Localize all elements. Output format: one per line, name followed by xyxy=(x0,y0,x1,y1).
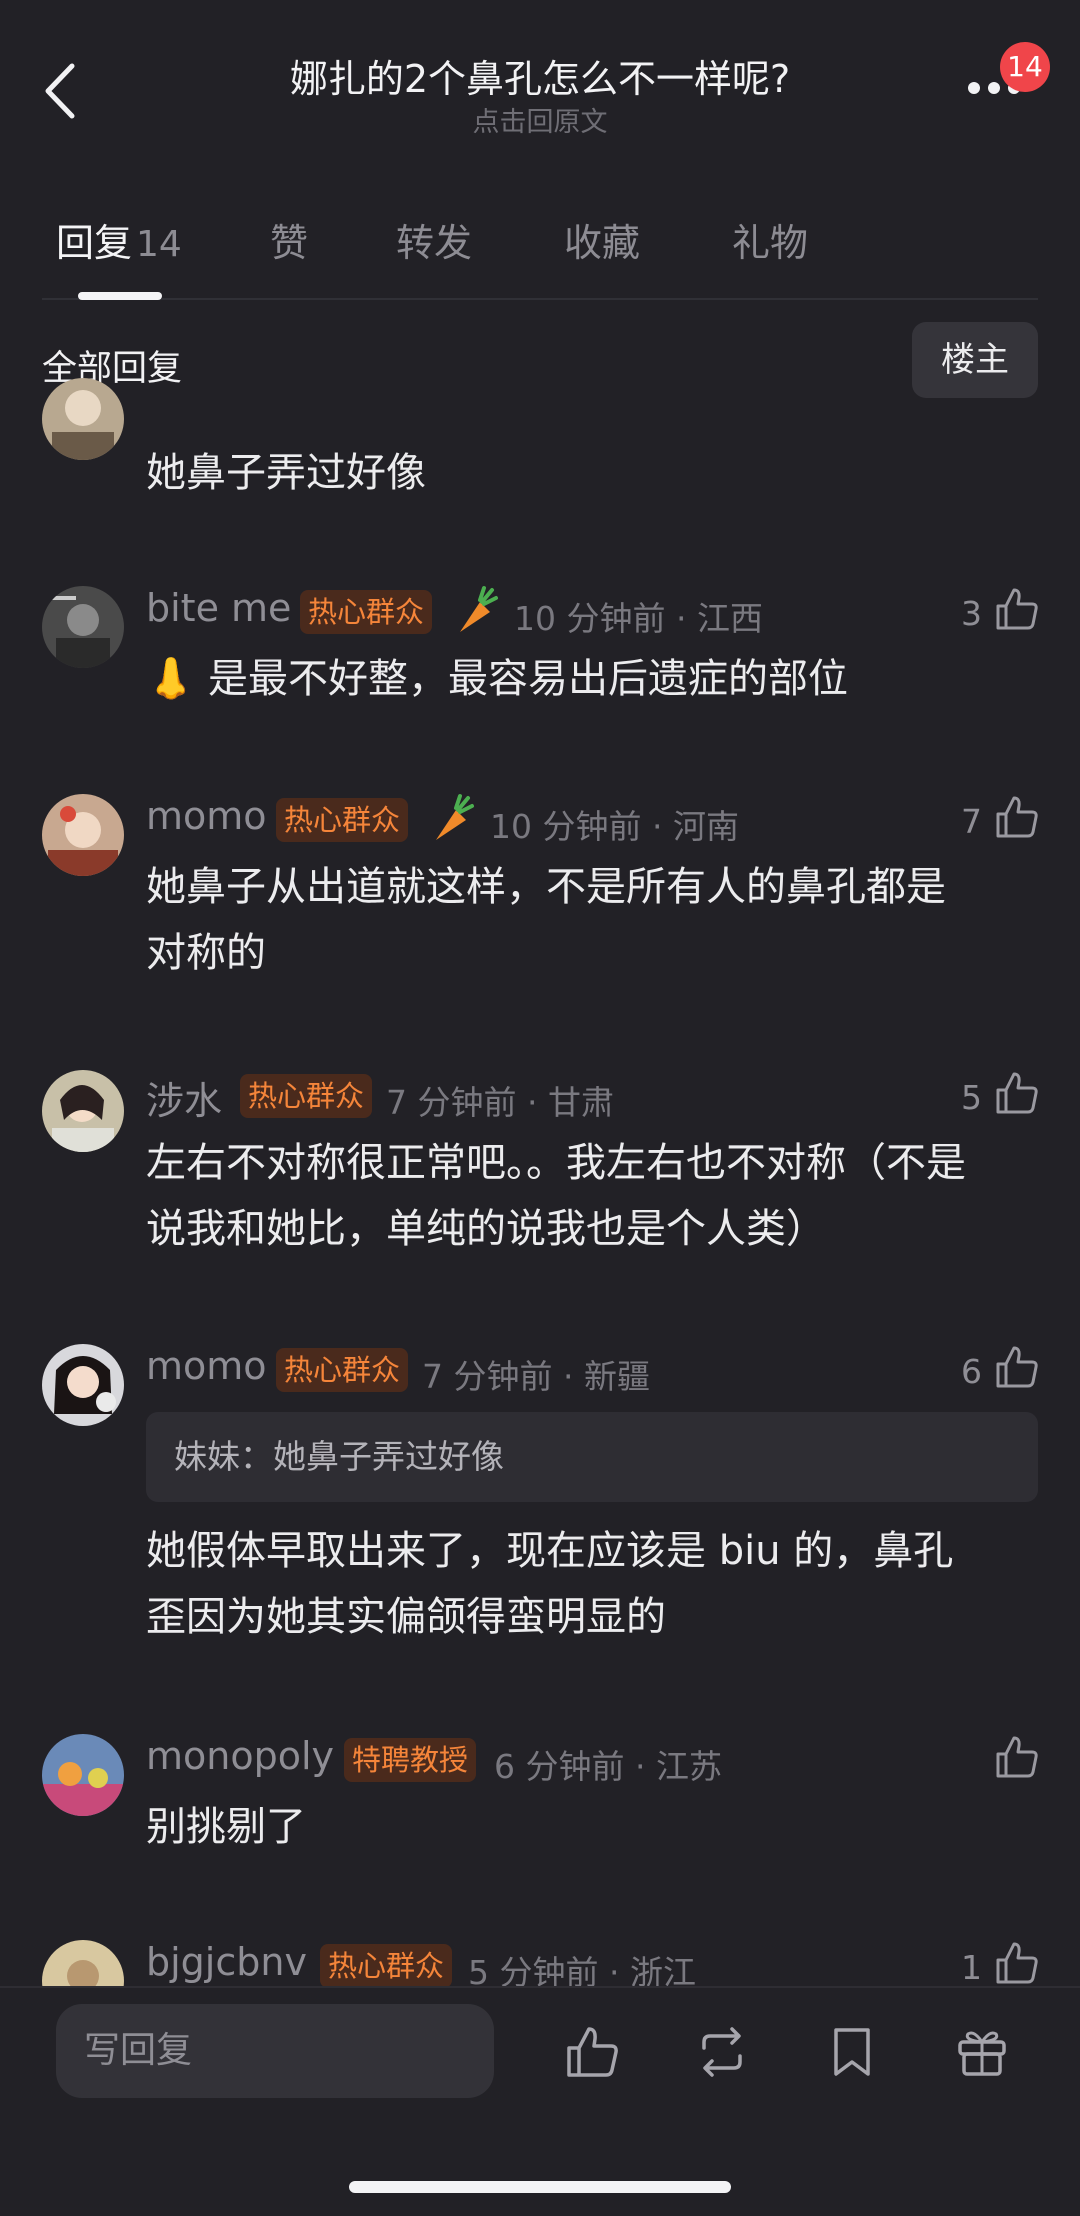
comment-content: 她假体早取出来了，现在应该是 biu 的，鼻孔 歪因为她其实偏颌得蛮明显的 xyxy=(146,1518,1080,1650)
comment-line: 歪因为她其实偏颌得蛮明显的 xyxy=(146,1594,666,1640)
comment-content: 她鼻子弄过好像 xyxy=(146,450,426,496)
comment-username[interactable]: momo xyxy=(146,794,267,838)
like-count: 5 xyxy=(961,1078,982,1117)
gift-icon[interactable] xyxy=(954,2024,1010,2080)
like-post-icon[interactable] xyxy=(564,2024,620,2080)
user-badge: 热心群众 xyxy=(240,1074,373,1118)
home-indicator xyxy=(349,2181,731,2193)
thumbs-up-icon[interactable] xyxy=(994,1940,1040,1986)
nose-emoji: 👃 xyxy=(146,656,196,702)
user-badge: 热心群众 xyxy=(320,1944,453,1988)
user-badge: 热心群众 xyxy=(276,798,409,842)
carrot-icon xyxy=(436,794,474,840)
thumbs-up-icon[interactable] xyxy=(994,1344,1040,1390)
tab-reposts[interactable]: 转发 xyxy=(396,212,472,267)
thumbs-up-icon[interactable] xyxy=(994,586,1040,632)
author-filter-button[interactable]: 楼主 xyxy=(912,322,1038,398)
quoted-reply[interactable]: 妹妹：她鼻子弄过好像 xyxy=(146,1412,1038,1502)
tab-gifts[interactable]: 礼物 xyxy=(732,212,808,267)
avatar[interactable] xyxy=(42,794,124,876)
comment-line: 对称的 xyxy=(146,930,266,976)
avatar[interactable] xyxy=(42,586,124,668)
comment-meta: 7 分钟前 · 新疆 xyxy=(422,1357,650,1396)
comment-username[interactable]: monopoly xyxy=(146,1734,334,1778)
comment-meta: 7 分钟前 · 甘肃 xyxy=(386,1083,614,1122)
comment-content: 是最不好整，最容易出后遗症的部位 xyxy=(208,656,848,702)
view-original-link[interactable]: 点击回原文 xyxy=(0,100,1080,139)
avatar[interactable] xyxy=(42,1344,124,1426)
like-count: 3 xyxy=(961,594,982,633)
comment-username[interactable]: bjgjcbnv xyxy=(146,1940,307,1984)
comment-meta: 6 分钟前 · 江苏 xyxy=(494,1747,722,1786)
bookmark-icon[interactable] xyxy=(824,2024,880,2080)
avatar[interactable] xyxy=(42,378,124,460)
comment-line: 左右不对称很正常吧。。我左右也不对称（不是 xyxy=(146,1140,966,1186)
like-count: 7 xyxy=(961,802,982,841)
active-tab-indicator xyxy=(78,292,162,300)
thumbs-up-icon[interactable] xyxy=(994,1070,1040,1116)
tab-replies[interactable]: 回复 14 xyxy=(56,212,182,267)
comment-content: 她鼻子从出道就这样，不是所有人的鼻孔都是 对称的 xyxy=(146,854,1080,986)
avatar[interactable] xyxy=(42,1070,124,1152)
comment-content: 左右不对称很正常吧。。我左右也不对称（不是 说我和她比，单纯的说我也是个人类） xyxy=(146,1130,1080,1262)
thumbs-up-icon[interactable] xyxy=(994,794,1040,840)
comment-line: 她鼻子从出道就这样，不是所有人的鼻孔都是 xyxy=(146,864,946,910)
comment-line: 她假体早取出来了，现在应该是 biu 的，鼻孔 xyxy=(146,1528,954,1574)
repost-icon[interactable] xyxy=(694,2024,750,2080)
user-badge: 热心群众 xyxy=(276,1348,409,1392)
thumbs-up-icon[interactable] xyxy=(994,1734,1040,1780)
carrot-icon xyxy=(460,586,498,632)
notification-badge: 14 xyxy=(1000,42,1050,92)
tab-replies-label: 回复 xyxy=(56,221,133,265)
comment-username[interactable]: bite me xyxy=(146,586,291,630)
comment-username[interactable]: 涉水 xyxy=(146,1070,222,1125)
like-count: 6 xyxy=(961,1352,982,1391)
tab-replies-count: 14 xyxy=(136,224,182,265)
post-title: 娜扎的2个鼻孔怎么不一样呢? xyxy=(289,57,791,101)
avatar[interactable] xyxy=(42,1734,124,1816)
tab-favorites[interactable]: 收藏 xyxy=(564,212,640,267)
user-badge: 热心群众 xyxy=(300,590,433,634)
comment-username[interactable]: momo xyxy=(146,1344,267,1388)
tab-likes[interactable]: 赞 xyxy=(270,212,308,267)
reply-input[interactable]: 写回复 xyxy=(56,2004,494,2098)
tabs-divider xyxy=(42,298,1038,300)
like-count: 1 xyxy=(961,1948,982,1987)
comment-meta: 10 分钟前 · 河南 xyxy=(490,807,739,846)
user-badge: 特聘教授 xyxy=(344,1738,477,1782)
comment-content: 别挑剔了 xyxy=(146,1804,306,1850)
comment-line: 说我和她比，单纯的说我也是个人类） xyxy=(146,1206,826,1252)
comment-meta: 10 分钟前 · 江西 xyxy=(514,599,763,638)
